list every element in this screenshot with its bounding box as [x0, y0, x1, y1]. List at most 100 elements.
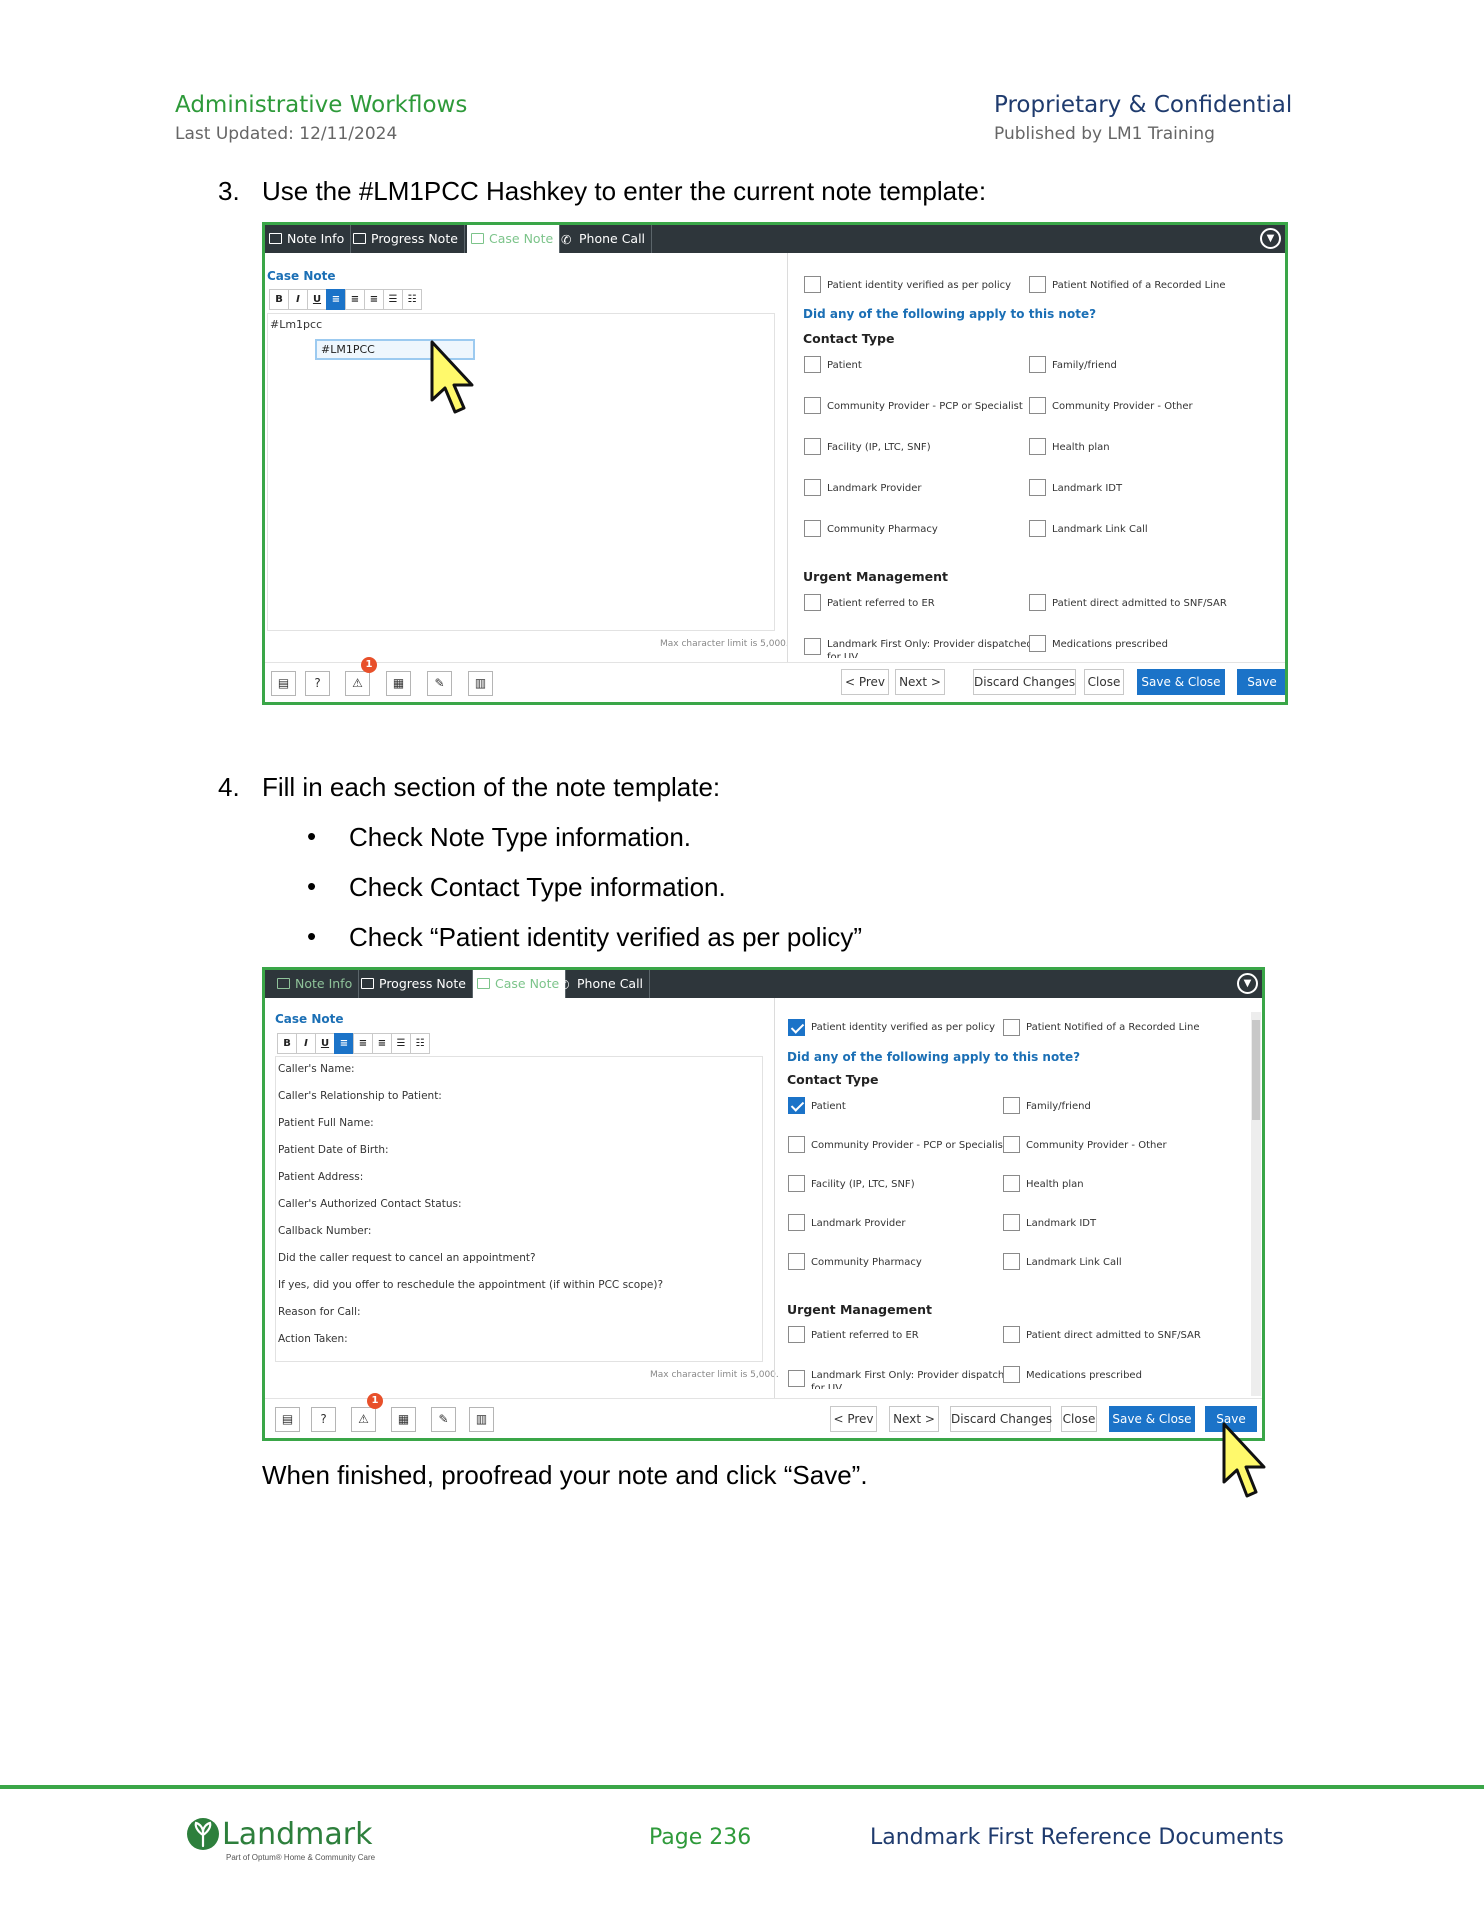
- contact-landmark-provider-checkbox-2[interactable]: [788, 1214, 805, 1231]
- save-button[interactable]: Save: [1237, 669, 1285, 695]
- urgent-meds-checkbox[interactable]: [1029, 635, 1046, 652]
- tab-phone-call[interactable]: ✆ Phone Call: [557, 225, 653, 253]
- case-note-editor[interactable]: #Lm1pcc #LM1PCC: [267, 313, 775, 631]
- urgent-dispatched-checkbox[interactable]: [804, 638, 821, 655]
- contact-landmark-idt-checkbox[interactable]: [1029, 479, 1046, 496]
- format-toolbar: B I U ≡ ≡ ≡ ☰ ☷: [269, 289, 422, 310]
- help-icon[interactable]: ?: [311, 1407, 336, 1432]
- italic-button[interactable]: I: [288, 289, 308, 310]
- contact-family-checkbox-2[interactable]: [1003, 1097, 1020, 1114]
- clipboard-icon[interactable]: ▥: [469, 1407, 494, 1432]
- contact-facility-checkbox[interactable]: [804, 438, 821, 455]
- bold-button[interactable]: B: [277, 1033, 297, 1054]
- tab-note-info-2[interactable]: Note Info: [273, 970, 360, 998]
- prev-button[interactable]: < Prev: [841, 669, 889, 695]
- bullet-list-button[interactable]: ☰: [383, 289, 403, 310]
- contact-patient-checkbox[interactable]: [804, 356, 821, 373]
- contact-facility-checkbox-2[interactable]: [788, 1175, 805, 1192]
- underline-button[interactable]: U: [315, 1033, 335, 1054]
- close-button-2[interactable]: Close: [1061, 1406, 1097, 1432]
- tab-phone-call-2[interactable]: ✆ Phone Call: [555, 970, 651, 998]
- tab-note-info[interactable]: Note Info: [265, 225, 352, 253]
- underline-button[interactable]: U: [307, 289, 327, 310]
- contact-pcp-checkbox-2[interactable]: [788, 1136, 805, 1153]
- contact-patient-checkbox-2[interactable]: [788, 1097, 805, 1114]
- discard-changes-button-2[interactable]: Discard Changes: [950, 1406, 1052, 1432]
- contact-facility-label: Facility (IP, LTC, SNF): [827, 442, 931, 453]
- urgent-snf-checkbox[interactable]: [1029, 594, 1046, 611]
- collapse-menu-icon[interactable]: ▼: [1260, 228, 1281, 249]
- contact-pcp-label-2: Community Provider - PCP or Specialist: [811, 1140, 1007, 1151]
- clipboard-icon[interactable]: ▥: [468, 671, 493, 696]
- tab-case-note-2[interactable]: Case Note: [473, 970, 567, 998]
- contact-pharmacy-checkbox[interactable]: [804, 520, 821, 537]
- numbered-list-button[interactable]: ☷: [410, 1033, 430, 1054]
- contact-landmark-idt-checkbox-2[interactable]: [1003, 1214, 1020, 1231]
- contact-pcp-checkbox[interactable]: [804, 397, 821, 414]
- identity-verified-checkbox[interactable]: [804, 276, 821, 293]
- align-center-button[interactable]: ≡: [353, 1033, 373, 1054]
- prev-button-2[interactable]: < Prev: [830, 1406, 877, 1432]
- contact-health-plan-checkbox[interactable]: [1029, 438, 1046, 455]
- help-icon[interactable]: ?: [305, 671, 330, 696]
- template-line: Patient Full Name:: [278, 1117, 374, 1129]
- align-left-button[interactable]: ≡: [334, 1033, 354, 1054]
- tab-progress-note[interactable]: Progress Note: [349, 225, 465, 253]
- contact-patient-label-2: Patient: [811, 1101, 846, 1112]
- notes-icon[interactable]: ▤: [271, 671, 296, 696]
- footer-rule: [0, 1785, 1484, 1789]
- align-right-button[interactable]: ≡: [364, 289, 384, 310]
- urgent-dispatched-checkbox-2[interactable]: [788, 1370, 805, 1387]
- contact-link-call-checkbox[interactable]: [1029, 520, 1046, 537]
- contact-pcp-label: Community Provider - PCP or Specialist: [827, 401, 1023, 412]
- edit-icon[interactable]: ✎: [431, 1407, 456, 1432]
- edit-icon[interactable]: ✎: [427, 671, 452, 696]
- next-button[interactable]: Next >: [895, 669, 945, 695]
- save-close-button[interactable]: Save & Close: [1137, 669, 1225, 695]
- align-right-button[interactable]: ≡: [372, 1033, 392, 1054]
- save-close-button-2[interactable]: Save & Close: [1109, 1406, 1195, 1432]
- bold-button[interactable]: B: [269, 289, 289, 310]
- contact-community-other-checkbox[interactable]: [1029, 397, 1046, 414]
- tab-case-note[interactable]: Case Note: [467, 225, 561, 253]
- contact-link-call-checkbox-2[interactable]: [1003, 1253, 1020, 1270]
- urgent-snf-checkbox-2[interactable]: [1003, 1326, 1020, 1343]
- notes-icon[interactable]: ▤: [275, 1407, 300, 1432]
- italic-button[interactable]: I: [296, 1033, 316, 1054]
- case-note-editor-2[interactable]: Caller's Name: Caller's Relationship to …: [275, 1056, 763, 1362]
- recorded-line-checkbox[interactable]: [1029, 276, 1046, 293]
- bullet-identity: • Check “Patient identity verified as per…: [307, 921, 863, 952]
- contact-community-other-checkbox-2[interactable]: [1003, 1136, 1020, 1153]
- recorded-line-checkbox-2[interactable]: [1003, 1019, 1020, 1036]
- urgent-meds-label: Medications prescribed: [1052, 639, 1168, 650]
- next-button-2[interactable]: Next >: [889, 1406, 939, 1432]
- tab-progress-note-2[interactable]: Progress Note: [357, 970, 473, 998]
- scrollbar-thumb[interactable]: [1252, 1020, 1260, 1120]
- urgent-meds-checkbox-2[interactable]: [1003, 1366, 1020, 1383]
- contact-pharmacy-checkbox-2[interactable]: [788, 1253, 805, 1270]
- contact-landmark-provider-checkbox[interactable]: [804, 479, 821, 496]
- align-left-button[interactable]: ≡: [326, 289, 346, 310]
- warning-icon[interactable]: ⚠: [351, 1407, 376, 1432]
- numbered-list-button[interactable]: ☷: [402, 289, 422, 310]
- align-center-button[interactable]: ≡: [345, 289, 365, 310]
- urgent-er-checkbox[interactable]: [804, 594, 821, 611]
- identity-verified-checkbox-2[interactable]: [788, 1019, 805, 1036]
- contact-family-checkbox[interactable]: [1029, 356, 1046, 373]
- form-icon[interactable]: ▦: [391, 1407, 416, 1432]
- bullet-list-button[interactable]: ☰: [391, 1033, 411, 1054]
- step-3-text: Use the #LM1PCC Hashkey to enter the cur…: [262, 176, 987, 206]
- collapse-menu-icon[interactable]: ▼: [1237, 973, 1258, 994]
- warning-icon[interactable]: ⚠: [345, 671, 370, 696]
- close-button[interactable]: Close: [1084, 669, 1124, 695]
- discard-changes-button[interactable]: Discard Changes: [973, 669, 1076, 695]
- contact-health-plan-checkbox-2[interactable]: [1003, 1175, 1020, 1192]
- urgent-er-checkbox-2[interactable]: [788, 1326, 805, 1343]
- form-icon[interactable]: ▦: [386, 671, 411, 696]
- step-3-number: 3.: [218, 176, 240, 206]
- phone-icon: ✆: [561, 232, 572, 247]
- contact-landmark-idt-label: Landmark IDT: [1052, 483, 1123, 494]
- doc-section-title: Administrative Workflows: [175, 92, 468, 118]
- form-scrollbar[interactable]: [1251, 1012, 1261, 1396]
- bullet-note-type: • Check Note Type information.: [307, 821, 692, 852]
